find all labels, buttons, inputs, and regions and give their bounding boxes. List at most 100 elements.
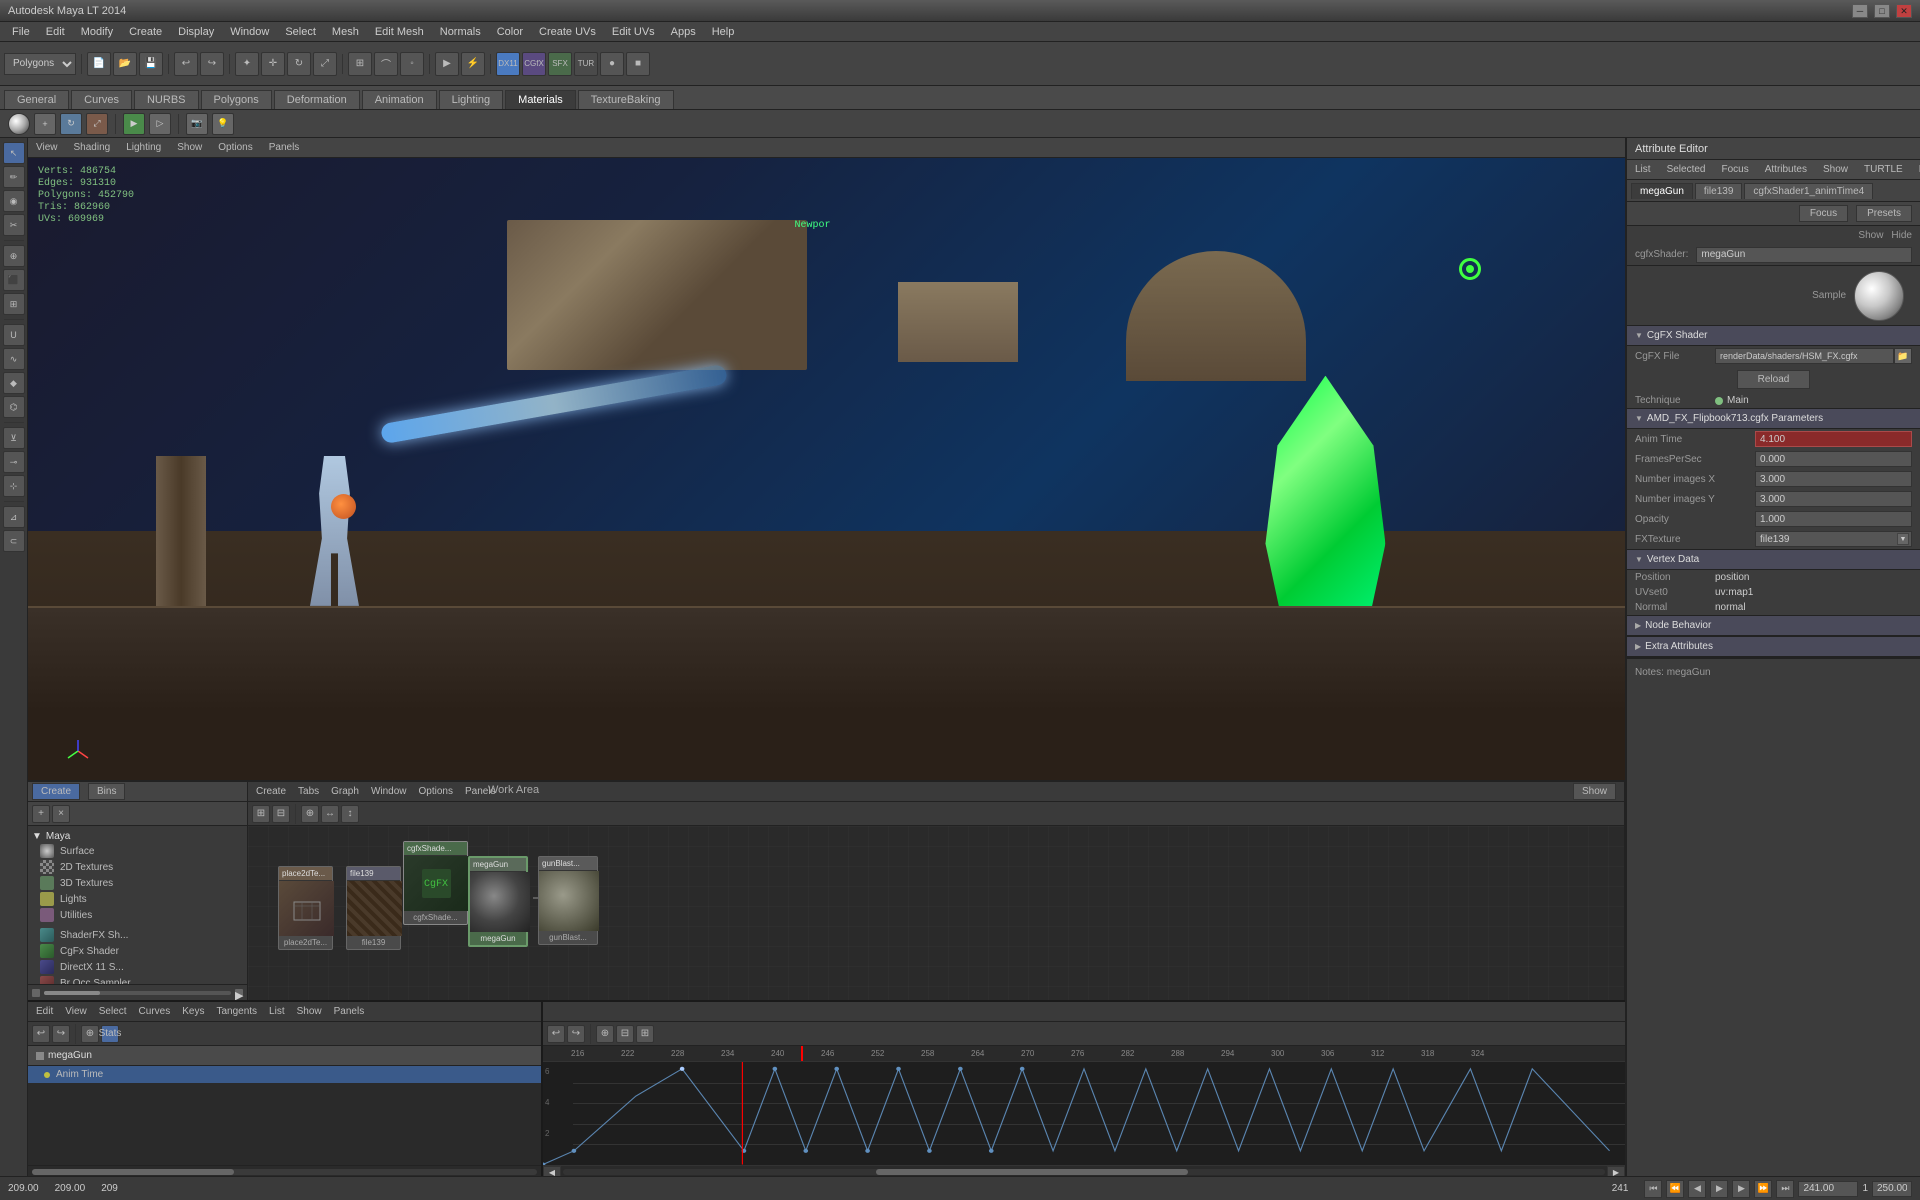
tab-polygons[interactable]: Polygons <box>201 90 272 109</box>
close-button[interactable]: ✕ <box>1896 4 1912 18</box>
transform-tool[interactable]: ⊕ <box>3 245 25 267</box>
maya-utilities[interactable]: Utilities <box>32 907 243 923</box>
attr-tab-show[interactable]: Show <box>1819 162 1852 177</box>
status-prev-key[interactable]: ⏪ <box>1666 1180 1684 1198</box>
menu-mesh[interactable]: Mesh <box>324 24 367 40</box>
tab-curves[interactable]: Curves <box>71 90 132 109</box>
merge-tool[interactable]: ⊻ <box>3 427 25 449</box>
move-tool[interactable]: ✛ <box>261 52 285 76</box>
tl-menu-select[interactable]: Select <box>99 1006 127 1017</box>
shader-tab-megagun[interactable]: megaGun <box>1631 183 1693 199</box>
menu-create-uvs[interactable]: Create UVs <box>531 24 604 40</box>
shader-tab-file139[interactable]: file139 <box>1695 183 1742 199</box>
attr-tab-list[interactable]: List <box>1631 162 1655 177</box>
params-section-header[interactable]: ▼ AMD_FX_Flipbook713.cgfx Parameters <box>1627 409 1920 429</box>
curve-tool3[interactable]: ⊕ <box>596 1025 614 1043</box>
menu-select[interactable]: Select <box>277 24 324 40</box>
num-y-value[interactable]: 3.000 <box>1755 491 1912 507</box>
status-frame-field[interactable] <box>1798 1181 1858 1197</box>
tab-animation[interactable]: Animation <box>362 90 437 109</box>
status-range-end[interactable] <box>1872 1181 1912 1197</box>
open-button[interactable]: 📂 <box>113 52 137 76</box>
curve-tool1[interactable]: ↩ <box>547 1025 565 1043</box>
tl-menu-panels[interactable]: Panels <box>334 1006 365 1017</box>
viewport-menu-panels[interactable]: Panels <box>269 142 300 153</box>
menu-edit-uvs[interactable]: Edit UVs <box>604 24 663 40</box>
scale-icon[interactable]: ⤢ <box>86 113 108 135</box>
rotate-icon[interactable]: ↻ <box>60 113 82 135</box>
cgfx-preset[interactable]: CGfX <box>522 52 546 76</box>
work-area-menu-graph[interactable]: Graph <box>331 786 359 797</box>
cgfx-item[interactable]: CgFx Shader <box>32 943 243 959</box>
menu-normals[interactable]: Normals <box>432 24 489 40</box>
status-play-end[interactable]: ⏭ <box>1776 1180 1794 1198</box>
paint-tool[interactable]: ✏ <box>3 166 25 188</box>
vertex-section-header[interactable]: ▼ Vertex Data <box>1627 550 1920 570</box>
render-button[interactable]: ▶ <box>435 52 459 76</box>
work-area-menu-options[interactable]: Options <box>419 786 453 797</box>
presets-button[interactable]: Presets <box>1856 205 1912 222</box>
shader-name-input[interactable] <box>1696 247 1912 263</box>
viewport-menu-shading[interactable]: Shading <box>74 142 111 153</box>
rotate-tool[interactable]: ↻ <box>287 52 311 76</box>
save-button[interactable]: 💾 <box>139 52 163 76</box>
select-tool[interactable]: ✦ <box>235 52 259 76</box>
menu-display[interactable]: Display <box>170 24 222 40</box>
select-mode-icon[interactable] <box>8 113 30 135</box>
status-prev-frame[interactable]: ◀ <box>1688 1180 1706 1198</box>
hs-tool1[interactable]: + <box>32 805 50 823</box>
fps-value[interactable]: 0.000 <box>1755 451 1912 467</box>
attr-tab-help[interactable]: Help <box>1915 162 1920 177</box>
node-cgfxshader[interactable]: cgfxShade... CgFX cgfxShade... <box>403 841 468 925</box>
curve-tool2[interactable]: ↪ <box>567 1025 585 1043</box>
status-play-start[interactable]: ⏮ <box>1644 1180 1662 1198</box>
shader-tab-cgfx[interactable]: cgfxShader1_animTime4 <box>1744 183 1873 199</box>
node-gunblast[interactable]: gunBlast... gunBlast... <box>538 856 598 945</box>
fxtex-value[interactable]: file139 ▼ <box>1755 531 1912 547</box>
undo-button[interactable]: ↩ <box>174 52 198 76</box>
scroll-left-btn[interactable] <box>32 989 40 997</box>
misc-tool1[interactable]: ⊿ <box>3 506 25 528</box>
tab-lighting[interactable]: Lighting <box>439 90 504 109</box>
directx-item[interactable]: DirectX 11 S... <box>32 959 243 975</box>
tab-deformation[interactable]: Deformation <box>274 90 360 109</box>
menu-file[interactable]: File <box>4 24 38 40</box>
hs-scrollbar[interactable]: ▶ <box>28 984 247 1000</box>
create-tab-btn[interactable]: Create <box>32 783 80 800</box>
wa-tool3[interactable]: ⊕ <box>301 805 319 823</box>
snap-grid-button[interactable]: ⊞ <box>348 52 372 76</box>
tl-menu-edit[interactable]: Edit <box>36 1006 53 1017</box>
status-play[interactable]: ▶ <box>1710 1180 1728 1198</box>
tl-menu-list[interactable]: List <box>269 1006 285 1017</box>
cgfx-section-header[interactable]: ▼ CgFX Shader <box>1627 326 1920 346</box>
tab-texturebaking[interactable]: TextureBaking <box>578 90 674 109</box>
split-tool[interactable]: ⊸ <box>3 451 25 473</box>
select-tool-left[interactable]: ↖ <box>3 142 25 164</box>
sfx-preset[interactable]: SFX <box>548 52 572 76</box>
snap-point-button[interactable]: ◦ <box>400 52 424 76</box>
minimize-button[interactable]: ─ <box>1852 4 1868 18</box>
num-x-value[interactable]: 3.000 <box>1755 471 1912 487</box>
node-megagun[interactable]: megaGun megaGun <box>468 856 528 947</box>
tl-menu-tangents[interactable]: Tangents <box>216 1006 257 1017</box>
viewport-menu-options[interactable]: Options <box>218 142 252 153</box>
node-place2d[interactable]: place2dTe... place2dTe... <box>278 866 333 950</box>
mode-dropdown[interactable]: Polygons <box>4 53 76 75</box>
tab-materials[interactable]: Materials <box>505 90 576 109</box>
scroll-right-btn[interactable]: ▶ <box>235 989 243 997</box>
extrude-tool[interactable]: ⬛ <box>3 269 25 291</box>
maya-lights[interactable]: Lights <box>32 891 243 907</box>
light-icon[interactable]: 💡 <box>212 113 234 135</box>
work-area-menu-tabs[interactable]: Tabs <box>298 786 319 797</box>
anim-time-value[interactable]: 4.100 <box>1755 431 1912 447</box>
node-behavior-header[interactable]: ▶ Node Behavior <box>1627 616 1920 636</box>
menu-color[interactable]: Color <box>489 24 531 40</box>
cgfx-folder-button[interactable]: 📁 <box>1894 348 1912 364</box>
node-file139[interactable]: file139 file139 <box>346 866 401 950</box>
work-area-menu-create[interactable]: Create <box>256 786 286 797</box>
attr-tab-attributes[interactable]: Attributes <box>1761 162 1811 177</box>
curve-tool4[interactable]: ⊟ <box>616 1025 634 1043</box>
viewport-menu-view[interactable]: View <box>36 142 58 153</box>
anim-time-channel[interactable]: Anim Time <box>28 1066 541 1084</box>
attr-tab-selected[interactable]: Selected <box>1663 162 1710 177</box>
